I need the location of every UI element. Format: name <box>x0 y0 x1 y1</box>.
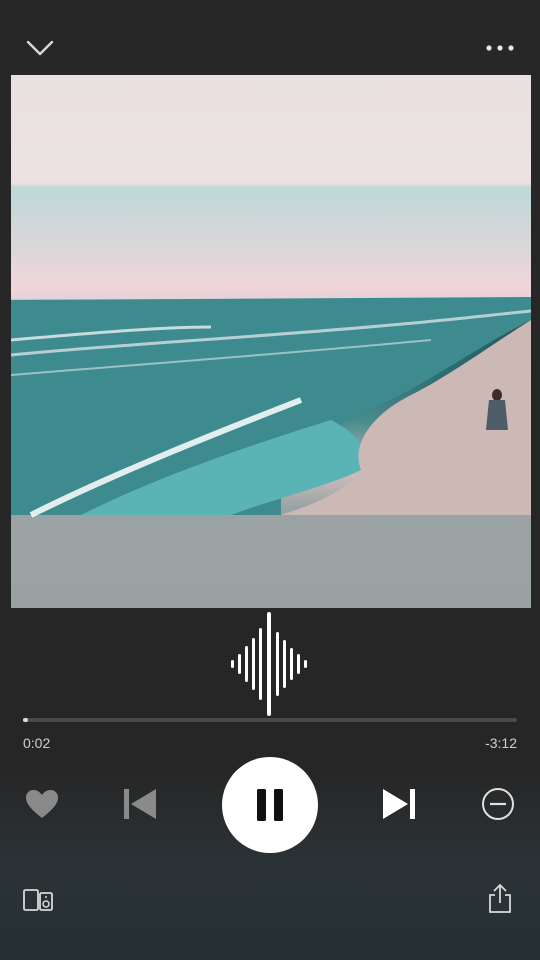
next-track-button[interactable] <box>378 782 422 826</box>
remaining-time: -3:12 <box>485 735 517 751</box>
heart-icon <box>26 790 58 818</box>
collapse-button[interactable] <box>20 30 60 66</box>
share-icon <box>489 883 511 913</box>
audio-waveform-icon <box>231 612 307 716</box>
play-pause-button[interactable] <box>222 757 318 853</box>
more-horizontal-icon <box>486 45 514 51</box>
beach-scene-image <box>11 297 531 518</box>
progress-bar[interactable] <box>23 718 517 722</box>
progress-fill <box>23 718 28 722</box>
elapsed-time: 0:02 <box>23 735 51 751</box>
more-options-button[interactable] <box>480 30 520 66</box>
skip-previous-icon <box>124 789 156 819</box>
devices-icon <box>23 889 53 911</box>
like-button[interactable] <box>22 784 62 824</box>
skip-next-icon <box>383 789 415 819</box>
share-button[interactable] <box>482 880 518 918</box>
remove-button[interactable] <box>478 784 518 824</box>
chevron-down-icon <box>26 40 54 56</box>
pause-icon <box>257 789 283 821</box>
minus-circle-icon <box>482 788 514 820</box>
album-artwork <box>11 75 531 608</box>
connect-devices-button[interactable] <box>20 882 56 918</box>
previous-track-button[interactable] <box>117 782 161 826</box>
